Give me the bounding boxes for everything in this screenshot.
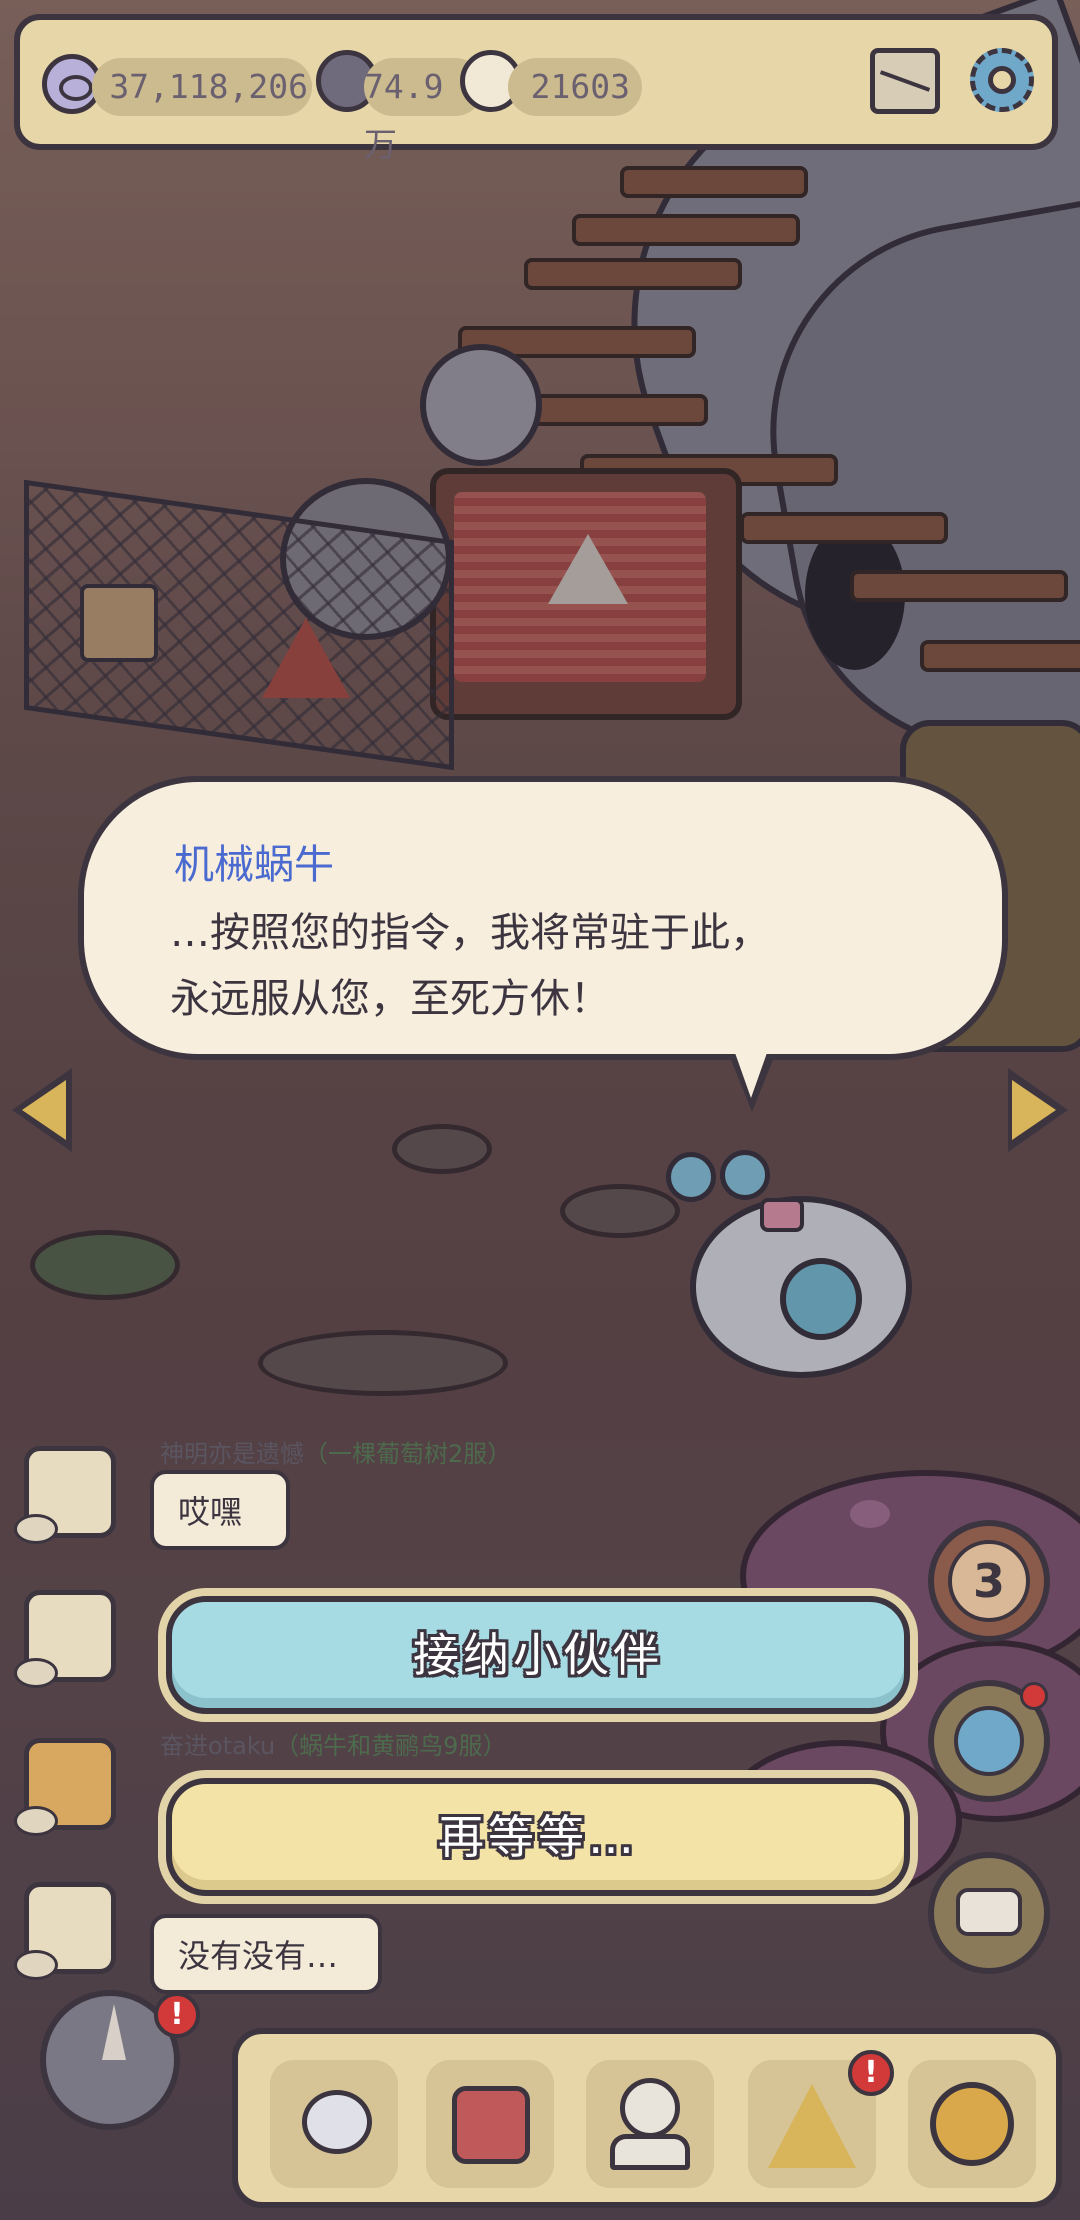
pyramid-alert-badge: ! xyxy=(848,2050,894,2096)
bottom-nav-bar: ! xyxy=(232,2028,1062,2208)
chat-server: （一棵葡萄树2服） xyxy=(304,1440,512,1468)
notification-dot xyxy=(1020,1682,1048,1710)
nav-snail-button[interactable] xyxy=(270,2060,398,2188)
message-icon xyxy=(956,1888,1022,1936)
nav-backpack-button[interactable] xyxy=(426,2060,554,2188)
dialog-text-line: …按照您的指令，我将常驻于此， xyxy=(170,910,770,956)
nav-coin-button[interactable] xyxy=(908,2060,1036,2188)
compass-alert-badge: ! xyxy=(154,1992,200,2038)
eye-icon xyxy=(14,1806,58,1836)
dialog-text-line: 永远服从您，至死方休！ xyxy=(170,976,610,1022)
chat-message: 哎嘿 xyxy=(150,1470,290,1550)
chat-username: 奋进otaku（蜗牛和黄鹂鸟9服） xyxy=(160,1726,506,1761)
refresh-icon xyxy=(954,1706,1024,1776)
coin-icon xyxy=(930,2082,1014,2166)
mail-icon[interactable] xyxy=(870,48,940,114)
next-arrow-icon xyxy=(1012,1080,1056,1140)
eye-icon xyxy=(14,1658,58,1688)
comments-count: 74.9万 xyxy=(364,67,444,164)
eye-icon xyxy=(14,1950,58,1980)
chat-server: （蜗牛和黄鹂鸟9服） xyxy=(275,1732,507,1760)
views-pill: 37,118,206 xyxy=(92,58,312,116)
accept-companion-button[interactable]: 接纳小伙伴 xyxy=(166,1596,910,1714)
messages-pill: 21603 xyxy=(508,58,642,116)
chat-user: 奋进otaku xyxy=(160,1732,276,1760)
chat-username: 神明亦是遗憾（一棵葡萄树2服） xyxy=(160,1434,511,1469)
top-stats-bar: 37,118,206 74.9万 21603 xyxy=(14,14,1058,164)
dialog-speaker-name: 机械蜗牛 xyxy=(174,842,334,888)
counter-button[interactable]: 3 xyxy=(928,1520,1050,1642)
pyramid-eye-icon xyxy=(768,2084,856,2168)
chat-user: 神明亦是遗憾 xyxy=(160,1440,304,1468)
compass-icon xyxy=(102,2004,126,2060)
views-count: 37,118,206 xyxy=(109,67,308,106)
messages-count: 21603 xyxy=(530,67,630,106)
chat-toggle-button[interactable] xyxy=(928,1852,1050,1974)
gear-icon[interactable] xyxy=(964,42,1040,118)
nav-statue-button[interactable] xyxy=(586,2060,714,2188)
chat-message: 没有没有… xyxy=(150,1914,382,1994)
eye-icon xyxy=(14,1514,58,1544)
wait-button[interactable]: 再等等… xyxy=(166,1778,910,1896)
dialog-bubble-tail-inner xyxy=(734,1050,768,1098)
previous-arrow-icon xyxy=(22,1080,66,1140)
counter-value: 3 xyxy=(948,1540,1030,1622)
backpack-icon xyxy=(452,2086,530,2164)
snail-icon xyxy=(302,2090,372,2154)
bust-icon xyxy=(620,2078,680,2138)
